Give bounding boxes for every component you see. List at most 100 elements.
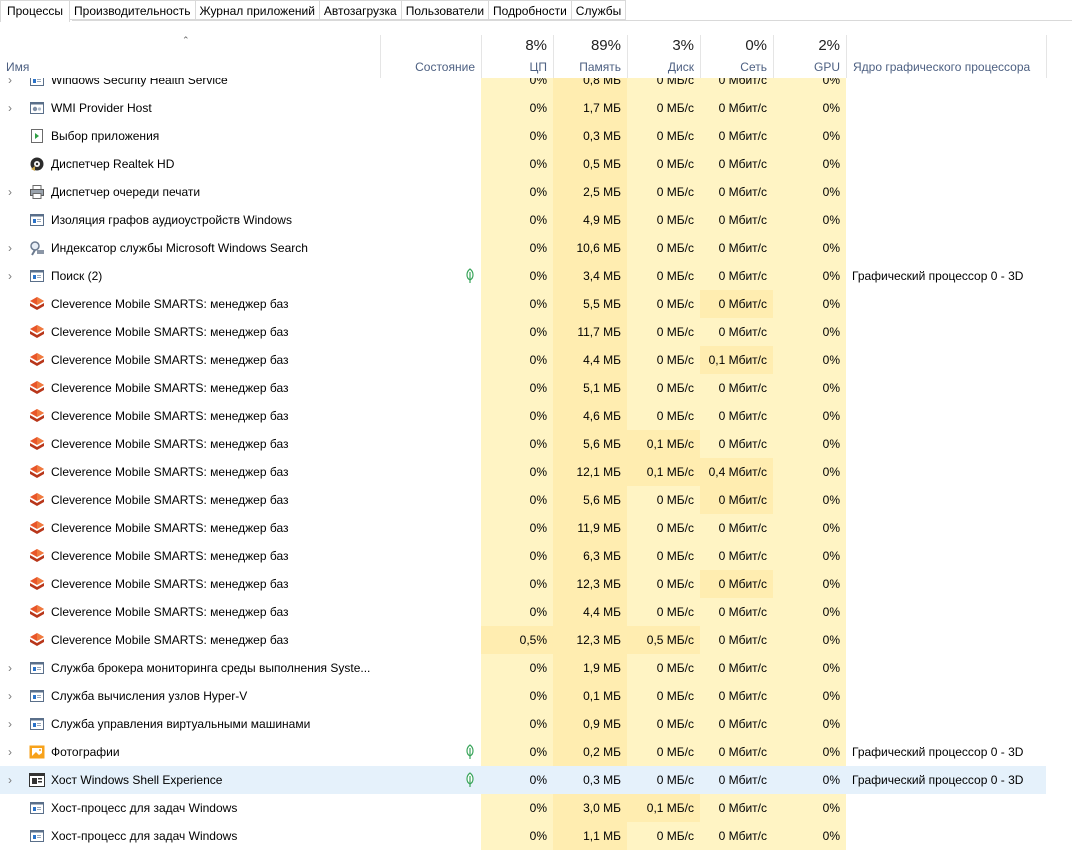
cell-gpu: 0% (773, 402, 846, 430)
process-name: Фотографии (51, 745, 120, 759)
process-row[interactable]: Cleverence Mobile SMARTS: менеджер баз 0%… (0, 402, 1072, 430)
cell-mem: 4,4 МБ (553, 346, 627, 374)
expand-chevron-icon[interactable]: › (8, 662, 16, 674)
service-icon (29, 212, 45, 228)
process-name: Cleverence Mobile SMARTS: менеджер баз (51, 605, 289, 619)
cell-net: 0,1 Мбит/с (700, 346, 773, 374)
column-cpu[interactable]: 8% ЦП (481, 35, 553, 78)
process-row[interactable]: Cleverence Mobile SMARTS: менеджер баз 0%… (0, 430, 1072, 458)
expand-chevron-icon[interactable]: › (8, 746, 16, 758)
tab-0[interactable]: Процессы (0, 0, 71, 22)
service-icon (29, 660, 45, 676)
process-row[interactable]: Cleverence Mobile SMARTS: менеджер баз 0%… (0, 514, 1072, 542)
process-row[interactable]: Диспетчер Realtek HD 0% 0,5 МБ 0 МБ/с 0 Мбит… (0, 150, 1072, 178)
efficiency-leaf-icon (464, 744, 476, 760)
tab-2[interactable]: Журнал приложений (195, 0, 320, 20)
cell-gpu: 0% (773, 178, 846, 206)
column-status[interactable]: Состояние (380, 35, 481, 78)
expand-chevron-icon[interactable]: › (8, 690, 16, 702)
cell-gpu: 0% (773, 122, 846, 150)
process-row[interactable]: Cleverence Mobile SMARTS: менеджер баз 0%… (0, 290, 1072, 318)
column-name[interactable]: Имя (0, 35, 380, 78)
cell-net: 0 Мбит/с (700, 402, 773, 430)
cleverence-icon (29, 576, 45, 592)
tab-6[interactable]: Службы (571, 0, 627, 20)
process-row[interactable]: Хост-процесс для задач Windows 0% 1,1 МБ 0 … (0, 822, 1072, 850)
cell-mem: 3,4 МБ (553, 262, 627, 290)
cell-cpu: 0% (481, 458, 553, 486)
shell-icon (29, 772, 45, 788)
process-row[interactable]: Cleverence Mobile SMARTS: менеджер баз 0%… (0, 458, 1072, 486)
process-row[interactable]: Cleverence Mobile SMARTS: менеджер баз 0,… (0, 626, 1072, 654)
process-row[interactable]: Cleverence Mobile SMARTS: менеджер баз 0%… (0, 570, 1072, 598)
cell-disk: 0,1 МБ/с (627, 458, 700, 486)
process-row[interactable]: › Индексатор службы Microsoft Windows Sea… (0, 234, 1072, 262)
cell-net: 0 Мбит/с (700, 430, 773, 458)
process-row[interactable]: › Хост Windows Shell Experience 0% 0,3 МБ 0 … (0, 766, 1072, 794)
expand-chevron-icon[interactable]: › (8, 102, 16, 114)
process-row[interactable]: Хост-процесс для задач Windows 0% 3,0 МБ 0,… (0, 794, 1072, 822)
cell-gpu: 0% (773, 738, 846, 766)
cell-disk: 0 МБ/с (627, 94, 700, 122)
cell-gpu-engine: Графический процессор 0 - 3D (852, 269, 1024, 283)
cell-net: 0 Мбит/с (700, 262, 773, 290)
cell-gpu: 0% (773, 626, 846, 654)
cell-gpu: 0% (773, 794, 846, 822)
column-gpu-engine[interactable]: Ядро графического процессора (846, 35, 1046, 78)
process-name: WMI Provider Host (51, 101, 152, 115)
cell-net: 0 Мбит/с (700, 150, 773, 178)
process-name: Индексатор службы Microsoft Windows Sear… (51, 241, 308, 255)
cell-disk: 0 МБ/с (627, 262, 700, 290)
process-row[interactable]: Cleverence Mobile SMARTS: менеджер баз 0%… (0, 374, 1072, 402)
cell-cpu: 0% (481, 206, 553, 234)
expand-chevron-icon[interactable]: › (8, 270, 16, 282)
column-disk[interactable]: 3% Диск (627, 35, 700, 78)
process-row[interactable]: Cleverence Mobile SMARTS: менеджер баз 0%… (0, 598, 1072, 626)
cell-disk: 0 МБ/с (627, 206, 700, 234)
cell-mem: 1,7 МБ (553, 94, 627, 122)
tab-1[interactable]: Производительность (70, 0, 196, 20)
cell-net: 0 Мбит/с (700, 542, 773, 570)
process-row[interactable]: Cleverence Mobile SMARTS: менеджер баз 0%… (0, 542, 1072, 570)
expand-chevron-icon[interactable]: › (8, 242, 16, 254)
cell-mem: 3,0 МБ (553, 794, 627, 822)
process-row[interactable]: › Служба управления виртуальными машинами… (0, 710, 1072, 738)
cell-disk: 0 МБ/с (627, 318, 700, 346)
process-row[interactable]: › Служба вычисления узлов Hyper-V 0% 0,1 МБ… (0, 682, 1072, 710)
process-row[interactable]: › Диспетчер очереди печати 0% 2,5 МБ 0 МБ/с 0… (0, 178, 1072, 206)
expand-chevron-icon[interactable]: › (8, 774, 16, 786)
cleverence-icon (29, 436, 45, 452)
process-row[interactable]: Cleverence Mobile SMARTS: менеджер баз 0%… (0, 346, 1072, 374)
column-memory[interactable]: 89% Память (553, 35, 627, 78)
process-name: Диспетчер очереди печати (51, 185, 201, 199)
process-row[interactable]: Выбор приложения 0% 0,3 МБ 0 МБ/с 0 Мбит/с 0% (0, 122, 1072, 150)
tab-5[interactable]: Подробности (489, 0, 572, 20)
process-row[interactable]: › Служба брокера мониторинга среды выполн… (0, 654, 1072, 682)
column-gpu[interactable]: 2% GPU (773, 35, 846, 78)
column-network-label: Сеть (740, 60, 767, 74)
cell-disk: 0 МБ/с (627, 122, 700, 150)
cell-cpu: 0% (481, 346, 553, 374)
cell-cpu: 0% (481, 542, 553, 570)
photos-icon (29, 744, 45, 760)
tab-3[interactable]: Автозагрузка (319, 0, 402, 20)
process-row[interactable]: › Поиск (2) 0% 3,4 МБ 0 МБ/с 0 Мбит/с 0% Графич… (0, 262, 1072, 290)
process-row[interactable]: › Фотографии 0% 0,2 МБ 0 МБ/с 0 Мбит/с 0% Графи… (0, 738, 1072, 766)
column-network[interactable]: 0% Сеть (700, 35, 773, 78)
cell-gpu: 0% (773, 570, 846, 598)
cell-mem: 2,5 МБ (553, 178, 627, 206)
tab-4[interactable]: Пользователи (401, 0, 490, 20)
efficiency-leaf-icon (464, 772, 476, 788)
process-name: Cleverence Mobile SMARTS: менеджер баз (51, 409, 289, 423)
process-row[interactable]: Cleverence Mobile SMARTS: менеджер баз 0%… (0, 486, 1072, 514)
process-row[interactable]: Cleverence Mobile SMARTS: менеджер баз 0%… (0, 318, 1072, 346)
cell-net: 0 Мбит/с (700, 178, 773, 206)
expand-chevron-icon[interactable]: › (8, 718, 16, 730)
process-name: Cleverence Mobile SMARTS: менеджер баз (51, 493, 289, 507)
cell-gpu: 0% (773, 318, 846, 346)
process-row[interactable]: Изоляция графов аудиоустройств Windows 0%… (0, 206, 1072, 234)
cleverence-icon (29, 604, 45, 620)
process-row[interactable]: › WMI Provider Host 0% 1,7 МБ 0 МБ/с 0 Мбит/с… (0, 94, 1072, 122)
expand-chevron-icon[interactable]: › (8, 186, 16, 198)
cell-net: 0 Мбит/с (700, 122, 773, 150)
